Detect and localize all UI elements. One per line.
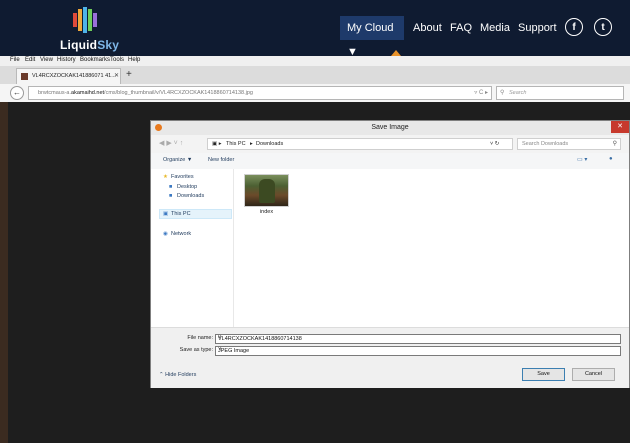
- network-icon: ◉: [163, 231, 168, 237]
- sidebar-item-desktop[interactable]: ■ Desktop: [169, 184, 197, 190]
- dialog-navbar: ◀ ▶ ˅ ↑ ▣ ▸ This PC ▸ Downloads ˅ ↻ Sear…: [151, 135, 629, 153]
- facebook-icon[interactable]: f: [565, 18, 583, 36]
- menu-help[interactable]: Help: [128, 57, 140, 63]
- save-image-dialog: Save Image ✕ ◀ ▶ ˅ ↑ ▣ ▸ This PC ▸ Downl…: [150, 120, 630, 388]
- cancel-button[interactable]: Cancel: [572, 368, 615, 381]
- breadcrumb[interactable]: ▣ ▸ This PC ▸ Downloads ˅ ↻: [207, 138, 513, 150]
- save-as-type-label: Save as type:: [179, 347, 213, 353]
- sidebar-item-favorites[interactable]: ★ Favorites: [163, 174, 194, 180]
- browser-menubar: File Edit View History Bookmarks Tools H…: [0, 56, 630, 66]
- url-text: brwtcmaus-a.akamaihd.net/cms/blog_thumbn…: [38, 90, 253, 96]
- dialog-search-placeholder: Search Downloads: [522, 141, 569, 147]
- menu-view[interactable]: View: [40, 57, 53, 63]
- navigation-pane: ★ Favorites ■ Desktop ■ Downloads ▣ This PC …: [151, 169, 234, 327]
- chevron-down-icon[interactable]: ˅: [218, 347, 618, 353]
- dialog-bottom-panel: File name: VL4RCXZOCKAK1418860714138 ˅ S…: [151, 327, 629, 388]
- search-icon: ⚲: [500, 90, 505, 96]
- nav-support[interactable]: Support: [518, 16, 557, 40]
- menu-edit[interactable]: Edit: [25, 57, 35, 63]
- breadcrumb-downloads[interactable]: Downloads: [256, 141, 283, 147]
- file-thumbnail[interactable]: [244, 174, 289, 207]
- menu-history[interactable]: History: [57, 57, 76, 63]
- sidebar-item-network[interactable]: ◉ Network: [163, 231, 191, 237]
- star-icon: ★: [163, 174, 168, 180]
- nav-media[interactable]: Media: [480, 16, 510, 40]
- search-bar[interactable]: ⚲ Search: [496, 86, 624, 100]
- new-folder-button[interactable]: New folder: [208, 157, 234, 163]
- nav-faq[interactable]: FAQ: [450, 16, 472, 40]
- dialog-title: Save Image: [371, 124, 409, 131]
- close-icon[interactable]: ✕: [611, 121, 629, 133]
- dialog-toolbar: Organize ▼ New folder ▭ ▾ ●: [151, 153, 629, 170]
- back-forward-icon[interactable]: ◀ ▶ ˅ ↑: [159, 139, 183, 147]
- dialog-search-input[interactable]: Search Downloads ⚲: [517, 138, 621, 150]
- search-placeholder: Search: [509, 90, 527, 96]
- nav-my-cloud[interactable]: My Cloud ▼: [340, 16, 404, 58]
- dialog-titlebar[interactable]: Save Image ✕: [151, 121, 629, 135]
- tab-favicon-icon: [21, 73, 28, 80]
- thumbnail-figure: [259, 179, 275, 203]
- twitter-icon[interactable]: t: [594, 18, 612, 36]
- browser-navbar: ← brwtcmaus-a.akamaihd.net/cms/blog_thum…: [0, 84, 630, 103]
- background-image-strip: [0, 102, 8, 443]
- save-button[interactable]: Save: [522, 368, 565, 381]
- tab-title: VL4RCXZOCKAK141886071 41...: [32, 73, 116, 79]
- dropdown-refresh-icon[interactable]: ˅ ↻: [490, 141, 499, 147]
- menu-file[interactable]: File: [10, 57, 20, 63]
- hide-folders-button[interactable]: ⌃ Hide Folders: [159, 372, 196, 378]
- help-icon[interactable]: ●: [609, 156, 613, 162]
- browser-tab[interactable]: VL4RCXZOCKAK141886071 41... ✕: [16, 68, 121, 84]
- file-name-label[interactable]: index: [244, 209, 289, 215]
- folder-icon: ▣ ▸: [212, 141, 222, 147]
- search-icon: ⚲: [612, 141, 617, 147]
- back-arrow-icon[interactable]: ←: [10, 86, 24, 100]
- liquidsky-logo-text[interactable]: LiquidSky: [60, 38, 119, 52]
- browser-tabbar: VL4RCXZOCKAK141886071 41... ✕ +: [0, 66, 630, 84]
- new-tab-button[interactable]: +: [126, 69, 132, 80]
- url-bar[interactable]: brwtcmaus-a.akamaihd.net/cms/blog_thumbn…: [28, 86, 492, 100]
- menu-bookmarks[interactable]: Bookmarks: [80, 57, 110, 63]
- breadcrumb-this-pc[interactable]: This PC: [226, 141, 246, 147]
- reload-icon[interactable]: ▿ C ▸: [474, 89, 488, 96]
- sidebar-item-downloads[interactable]: ■ Downloads: [169, 193, 204, 199]
- menu-tools[interactable]: Tools: [110, 57, 124, 63]
- sidebar-item-this-pc[interactable]: ▣ This PC: [163, 211, 191, 217]
- close-icon[interactable]: ✕: [114, 72, 119, 79]
- computer-icon: ▣: [163, 211, 169, 217]
- liquidsky-logo-icon: [73, 7, 97, 33]
- file-name-label-text: File name:: [187, 335, 213, 341]
- file-name-field[interactable]: VL4RCXZOCKAK1418860714138 ˅: [215, 334, 621, 344]
- chevron-down-icon[interactable]: ˅: [218, 335, 618, 341]
- nav-about[interactable]: About: [413, 16, 442, 40]
- organize-button[interactable]: Organize ▼: [163, 157, 192, 163]
- site-header: LiquidSky My Cloud ▼ About FAQ Media Sup…: [0, 0, 630, 58]
- desktop-icon: ■: [169, 184, 173, 190]
- save-as-type-select[interactable]: JPEG Image ˅: [215, 346, 621, 356]
- view-options-icon[interactable]: ▭ ▾: [577, 156, 587, 163]
- file-list: index: [234, 169, 629, 327]
- chevron-right-icon: ▸: [250, 141, 253, 147]
- downloads-folder-icon: ■: [169, 193, 173, 199]
